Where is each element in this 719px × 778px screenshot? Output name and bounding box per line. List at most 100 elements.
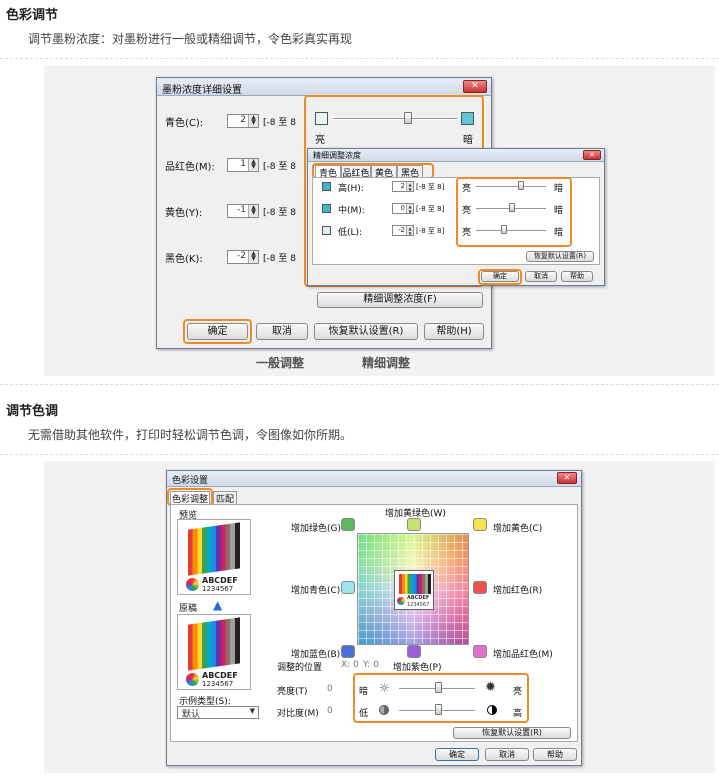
ok-button[interactable]: 确定 bbox=[187, 323, 248, 340]
cyan-stepper[interactable]: 2 ▲ ▼ bbox=[227, 114, 259, 128]
fine-help-button[interactable]: 帮助 bbox=[561, 271, 593, 282]
inc-purple-label: 增加紫色(P) bbox=[393, 663, 442, 673]
spin-arrows-icon[interactable]: ▲ ▼ bbox=[406, 182, 413, 192]
tab-magenta[interactable]: 品红色 bbox=[341, 165, 371, 179]
inc-magenta-label: 增加品红色(M) bbox=[493, 650, 553, 660]
fine-cancel-button[interactable]: 取消 bbox=[525, 271, 557, 282]
tab-color-adjust[interactable]: 色彩调整 bbox=[170, 491, 210, 505]
color-restore-button[interactable]: 恢复默认设置(R) bbox=[453, 727, 571, 739]
tab-matching[interactable]: 匹配 bbox=[213, 491, 237, 505]
color-ok-button[interactable]: 确定 bbox=[435, 748, 479, 761]
pencils-picture bbox=[188, 522, 240, 576]
inc-magenta-button[interactable] bbox=[473, 645, 487, 658]
fine-dialog-title: 精细调整浓度 bbox=[313, 151, 361, 160]
cyan-label: 青色(C): bbox=[165, 118, 204, 129]
fine-adjust-button[interactable]: 精细调整浓度(F) bbox=[317, 292, 483, 308]
sun-bright-icon: ✹ bbox=[485, 680, 496, 695]
fine-thumb-mid[interactable] bbox=[509, 203, 515, 212]
brightness-dark-label: 暗 bbox=[359, 687, 369, 697]
fine-light-label-low: 亮 bbox=[462, 228, 472, 238]
yellow-value: -1 bbox=[237, 205, 246, 215]
high-stepper[interactable]: 2 ▲ ▼ bbox=[392, 181, 414, 192]
inc-yellow-label: 增加黄色(C) bbox=[493, 524, 543, 534]
magenta-label: 品红色(M): bbox=[165, 162, 215, 173]
caption-general: 一般调整 bbox=[256, 356, 305, 370]
fine-restore-button[interactable]: 恢复默认设置(R) bbox=[526, 251, 594, 262]
help-button[interactable]: 帮助(H) bbox=[424, 323, 484, 340]
original-label: 原稿 bbox=[179, 604, 198, 614]
black-label: 黑色(K): bbox=[165, 254, 203, 265]
center-sample-text1: ABCDEF bbox=[407, 595, 430, 601]
fine-slider-high[interactable] bbox=[476, 186, 546, 188]
brightness-label: 亮度(T) bbox=[277, 687, 308, 697]
fine-close-button[interactable]: ✕ bbox=[583, 150, 601, 160]
color-grid[interactable]: ABCDEF 1234567 bbox=[357, 533, 469, 645]
inc-purple-button[interactable] bbox=[407, 645, 421, 658]
pencils-picture bbox=[188, 617, 240, 671]
tab-yellow[interactable]: 黄色 bbox=[371, 165, 397, 179]
inc-cyan-label: 增加青色(C) bbox=[291, 586, 341, 596]
tab-cyan[interactable]: 青色 bbox=[315, 165, 341, 179]
high-range: [-8 至 8] bbox=[416, 183, 445, 191]
spin-arrows-icon[interactable]: ▲ ▼ bbox=[406, 226, 413, 236]
contrast-thumb[interactable] bbox=[435, 704, 442, 715]
restore-defaults-button[interactable]: 恢复默认设置(R) bbox=[314, 323, 418, 340]
cyan-value: 2 bbox=[240, 115, 246, 125]
fine-adjust-dialog: 精细调整浓度 ✕ 青色 品红色 黄色 黑色 高(H): 2 ▲ ▼ [-8 至 8]… bbox=[307, 148, 605, 286]
inc-blue-label: 增加蓝色(B) bbox=[291, 650, 341, 660]
inc-blue-button[interactable] bbox=[341, 645, 355, 658]
color-cancel-button[interactable]: 取消 bbox=[485, 748, 529, 761]
contrast-high-icon bbox=[487, 705, 497, 715]
density-slider-track[interactable] bbox=[333, 118, 457, 120]
color-settings-dialog: 色彩设置 ✕ 色彩调整 匹配 预览 ABCDEF 1234567 原稿 ▲ AB… bbox=[166, 470, 582, 766]
close-button[interactable]: ✕ bbox=[463, 80, 487, 93]
fine-thumb-high[interactable] bbox=[518, 181, 524, 190]
yellow-stepper[interactable]: -1 ▲ ▼ bbox=[227, 204, 259, 218]
low-stepper[interactable]: -2 ▲ ▼ bbox=[392, 225, 414, 236]
magenta-stepper[interactable]: 1 ▲ ▼ bbox=[227, 158, 259, 172]
fine-light-label-mid: 亮 bbox=[462, 206, 472, 216]
inc-green-button[interactable] bbox=[341, 518, 355, 531]
brightness-thumb[interactable] bbox=[435, 682, 442, 693]
high-swatch bbox=[322, 182, 331, 191]
dialog-title: 墨粉浓度详细设置 bbox=[162, 85, 242, 96]
fine-dark-label-low: 暗 bbox=[554, 228, 564, 238]
dialog-titlebar: 墨粉浓度详细设置 bbox=[157, 78, 491, 96]
black-value: -2 bbox=[237, 251, 246, 261]
color-help-button[interactable]: 帮助 bbox=[533, 748, 577, 761]
section-description-tone: 无需借助其他软件，打印时轻松调节色调，令图像如你所期。 bbox=[28, 428, 353, 442]
spin-arrows-icon[interactable]: ▲ ▼ bbox=[248, 205, 258, 217]
spin-arrows-icon[interactable]: ▲ ▼ bbox=[248, 115, 258, 127]
low-label: 低(L): bbox=[338, 228, 363, 238]
density-slider-thumb[interactable] bbox=[404, 112, 412, 124]
position-x: X: 0 bbox=[341, 660, 359, 670]
fine-ok-button[interactable]: 确定 bbox=[481, 271, 519, 282]
cancel-button[interactable]: 取消 bbox=[256, 323, 308, 340]
spin-arrows-icon[interactable]: ▲ ▼ bbox=[406, 204, 413, 214]
section-title-color-tone: 调节色调 bbox=[6, 404, 59, 419]
black-stepper[interactable]: -2 ▲ ▼ bbox=[227, 250, 259, 264]
preview-sample-text1: ABCDEF bbox=[202, 576, 238, 585]
fine-slider-low[interactable] bbox=[476, 230, 546, 232]
mid-stepper[interactable]: 0 ▲ ▼ bbox=[392, 203, 414, 214]
mid-swatch bbox=[322, 204, 331, 213]
yellow-range: [-8 至 8 bbox=[263, 208, 296, 218]
fine-dark-label-mid: 暗 bbox=[554, 206, 564, 216]
inc-yellow-green-button[interactable] bbox=[407, 518, 421, 531]
spin-arrows-icon[interactable]: ▲ ▼ bbox=[248, 159, 258, 171]
low-value: -2 bbox=[398, 226, 405, 234]
tab-black[interactable]: 黑色 bbox=[397, 165, 423, 179]
fine-thumb-low[interactable] bbox=[501, 225, 507, 234]
spin-arrows-icon[interactable]: ▲ ▼ bbox=[248, 251, 258, 263]
low-range: [-8 至 8] bbox=[416, 227, 445, 235]
sun-dim-icon: ☼ bbox=[379, 681, 390, 695]
section-description-toner: 调节墨粉浓度：对墨粉进行一般或精细调节，令色彩真实再现 bbox=[28, 32, 353, 46]
divider bbox=[0, 58, 719, 59]
color-close-button[interactable]: ✕ bbox=[557, 472, 577, 484]
inc-cyan-button[interactable] bbox=[341, 581, 355, 594]
inc-red-button[interactable] bbox=[473, 581, 487, 594]
original-sample-text2: 1234567 bbox=[202, 680, 234, 688]
sample-type-select[interactable]: 默认 ▼ bbox=[177, 706, 259, 720]
mid-range: [-8 至 8] bbox=[416, 205, 445, 213]
inc-yellow-button[interactable] bbox=[473, 518, 487, 531]
